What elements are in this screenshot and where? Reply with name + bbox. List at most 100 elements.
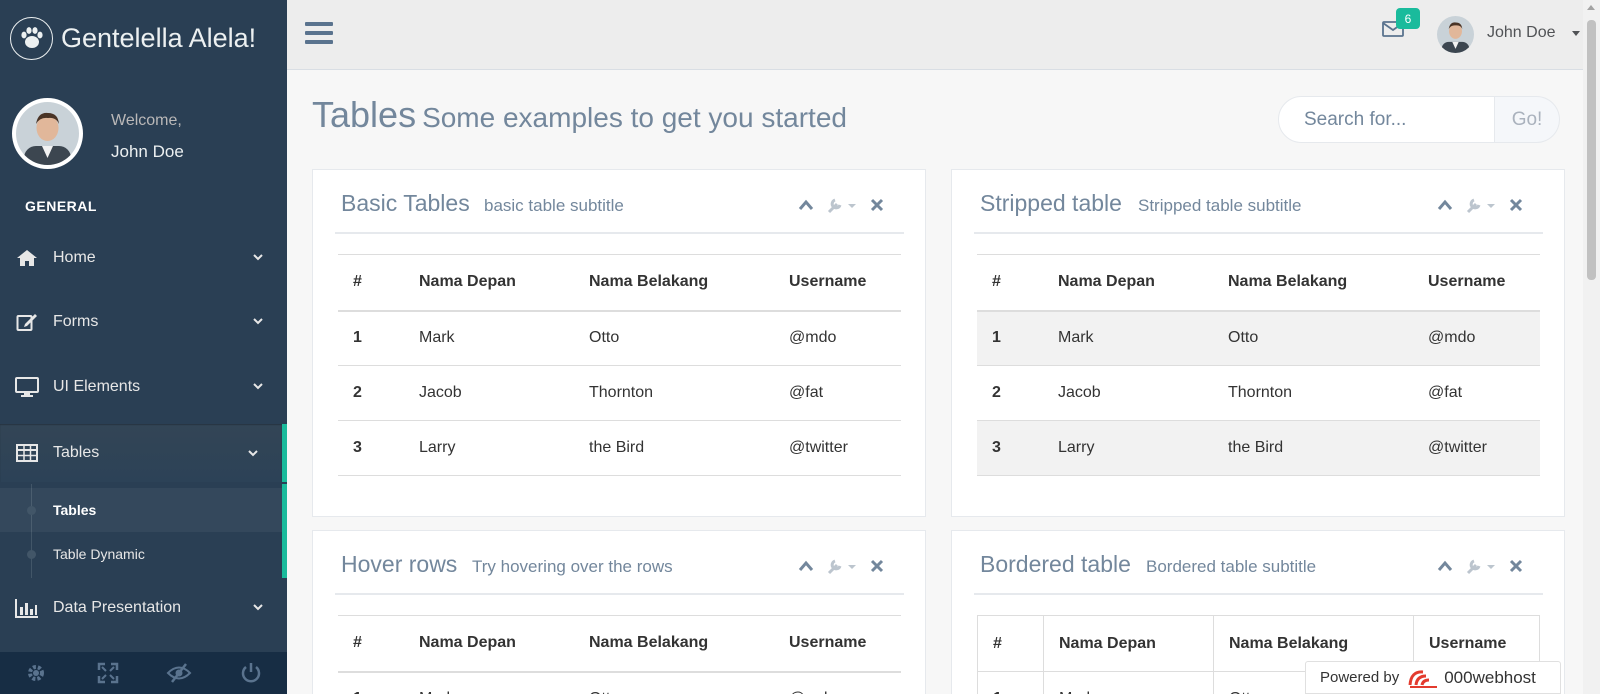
table-cell: Jacob [1043,365,1213,421]
table-row: 2 Jacob Thornton @fat [977,365,1540,421]
table-row: 2 Jacob Thornton @fat [338,365,901,421]
settings-button[interactable] [0,652,72,694]
column-header: # [338,254,404,312]
panel-title: Hover rows Try hovering over the rows [335,551,904,595]
submenu-item-table-dynamic[interactable]: Table Dynamic [0,532,282,576]
tables-submenu: Tables Table Dynamic [0,484,287,578]
chevron-up-icon [1437,560,1453,571]
webhost-logo-icon [1408,669,1438,688]
settings-dropdown[interactable] [1465,557,1497,575]
close-button[interactable] [1509,198,1523,212]
table-cell: 1 [977,671,1044,694]
host-brand-name: 000webhost [1444,667,1536,687]
power-icon [241,663,261,683]
table-cell: Thornton [574,365,774,421]
avatar [12,98,83,169]
column-header: Nama Belakang [574,615,774,673]
close-icon [870,559,884,573]
column-header: Username [774,254,901,312]
table-cell: @mdo [774,671,901,694]
chevron-down-icon [253,604,263,611]
sidebar-item-forms[interactable]: Forms [0,296,287,348]
settings-dropdown[interactable] [1465,196,1497,214]
panel-heading: Hover rows [341,551,458,577]
table-cell: Otto [574,310,774,366]
user-menu-name[interactable]: John Doe [1487,24,1556,42]
column-header: Username [774,615,901,673]
scrollbar[interactable] [1583,0,1600,694]
table-cell: Mark [404,310,574,366]
table-row: 1MarkOtto@mdo [977,310,1540,366]
table-cell: @twitter [774,420,901,476]
settings-dropdown[interactable] [826,557,858,575]
table-cell: 2 [338,365,404,421]
hover-table: # Nama Depan Nama Belakang Username 1Mar… [338,615,901,694]
powered-by-badge[interactable]: Powered by 000webhost [1305,661,1561,694]
table-row[interactable]: 1MarkOtto@mdo [338,671,901,694]
panel-title: Stripped table Stripped table subtitle [974,190,1543,234]
column-header: Nama Belakang [1213,254,1413,312]
collapse-button[interactable] [1437,199,1453,211]
eye-slash-icon [166,663,192,683]
panel-heading: Stripped table [980,190,1122,216]
chevron-up-icon [798,199,814,210]
search-go-button[interactable]: Go! [1495,96,1560,143]
bar-chart-icon [14,597,40,619]
column-header: Nama Depan [1043,615,1214,672]
sidebar-item-ui-elements[interactable]: UI Elements [0,361,287,413]
panel-heading: Bordered table [980,551,1131,577]
chevron-up-icon [1437,199,1453,210]
fullscreen-button[interactable] [72,652,144,694]
sidebar-item-home[interactable]: Home [0,232,287,284]
sidebar-item-data-presentation[interactable]: Data Presentation [0,582,287,634]
table-cell: 1 [338,671,404,694]
collapse-button[interactable] [798,199,814,211]
panel-title: Bordered table Bordered table subtitle [974,551,1543,595]
panel-subtitle: Bordered table subtitle [1146,557,1317,576]
top-nav: 6 John Doe [287,0,1600,70]
brand[interactable]: Gentelella Alela! [0,0,287,76]
user-avatar[interactable] [1437,16,1474,53]
caret-down-icon[interactable] [1572,31,1580,36]
chevron-down-icon [253,318,263,325]
collapse-button[interactable] [798,560,814,572]
table-cell: @twitter [1413,420,1540,476]
column-header: # [977,254,1043,312]
submenu-item-tables[interactable]: Tables [0,488,282,532]
table-cell: 3 [338,420,404,476]
table-row: 3 Larry the Bird @twitter [338,420,901,476]
lock-screen-button[interactable] [144,652,216,694]
menu-toggle-icon[interactable] [305,22,333,48]
menu-section-title: GENERAL [25,198,97,214]
wrench-icon [827,198,856,214]
table-cell: 3 [977,420,1043,476]
sidebar-item-label: UI Elements [53,378,141,395]
close-button[interactable] [1509,559,1523,573]
sidebar-item-label: Forms [53,313,99,330]
submenu-label: Tables [53,502,97,518]
edit-icon [14,311,40,333]
settings-dropdown[interactable] [826,196,858,214]
welcome-text: Welcome, [111,112,182,129]
logout-button[interactable] [215,652,287,694]
table-cell: 1 [338,310,404,366]
close-button[interactable] [870,559,884,573]
column-header: Nama Belakang [574,254,774,312]
table-cell: @mdo [1413,310,1540,366]
chevron-up-icon [798,560,814,571]
table-cell: @fat [774,365,901,421]
scroll-thumb[interactable] [1587,20,1596,280]
sidebar-item-tables[interactable]: Tables [0,424,287,482]
table-cell: Mark [1043,671,1214,694]
close-button[interactable] [870,198,884,212]
scroll-up-icon[interactable] [1587,5,1595,10]
search-input[interactable] [1278,96,1495,143]
column-header: Nama Depan [1043,254,1213,312]
page-title-main: Tables [312,94,417,135]
column-header: Nama Depan [404,254,574,312]
panel-subtitle: Stripped table subtitle [1138,196,1302,215]
wrench-icon [1466,559,1495,575]
table-cell: Otto [1213,310,1413,366]
table-cell: the Bird [1213,420,1413,476]
collapse-button[interactable] [1437,560,1453,572]
